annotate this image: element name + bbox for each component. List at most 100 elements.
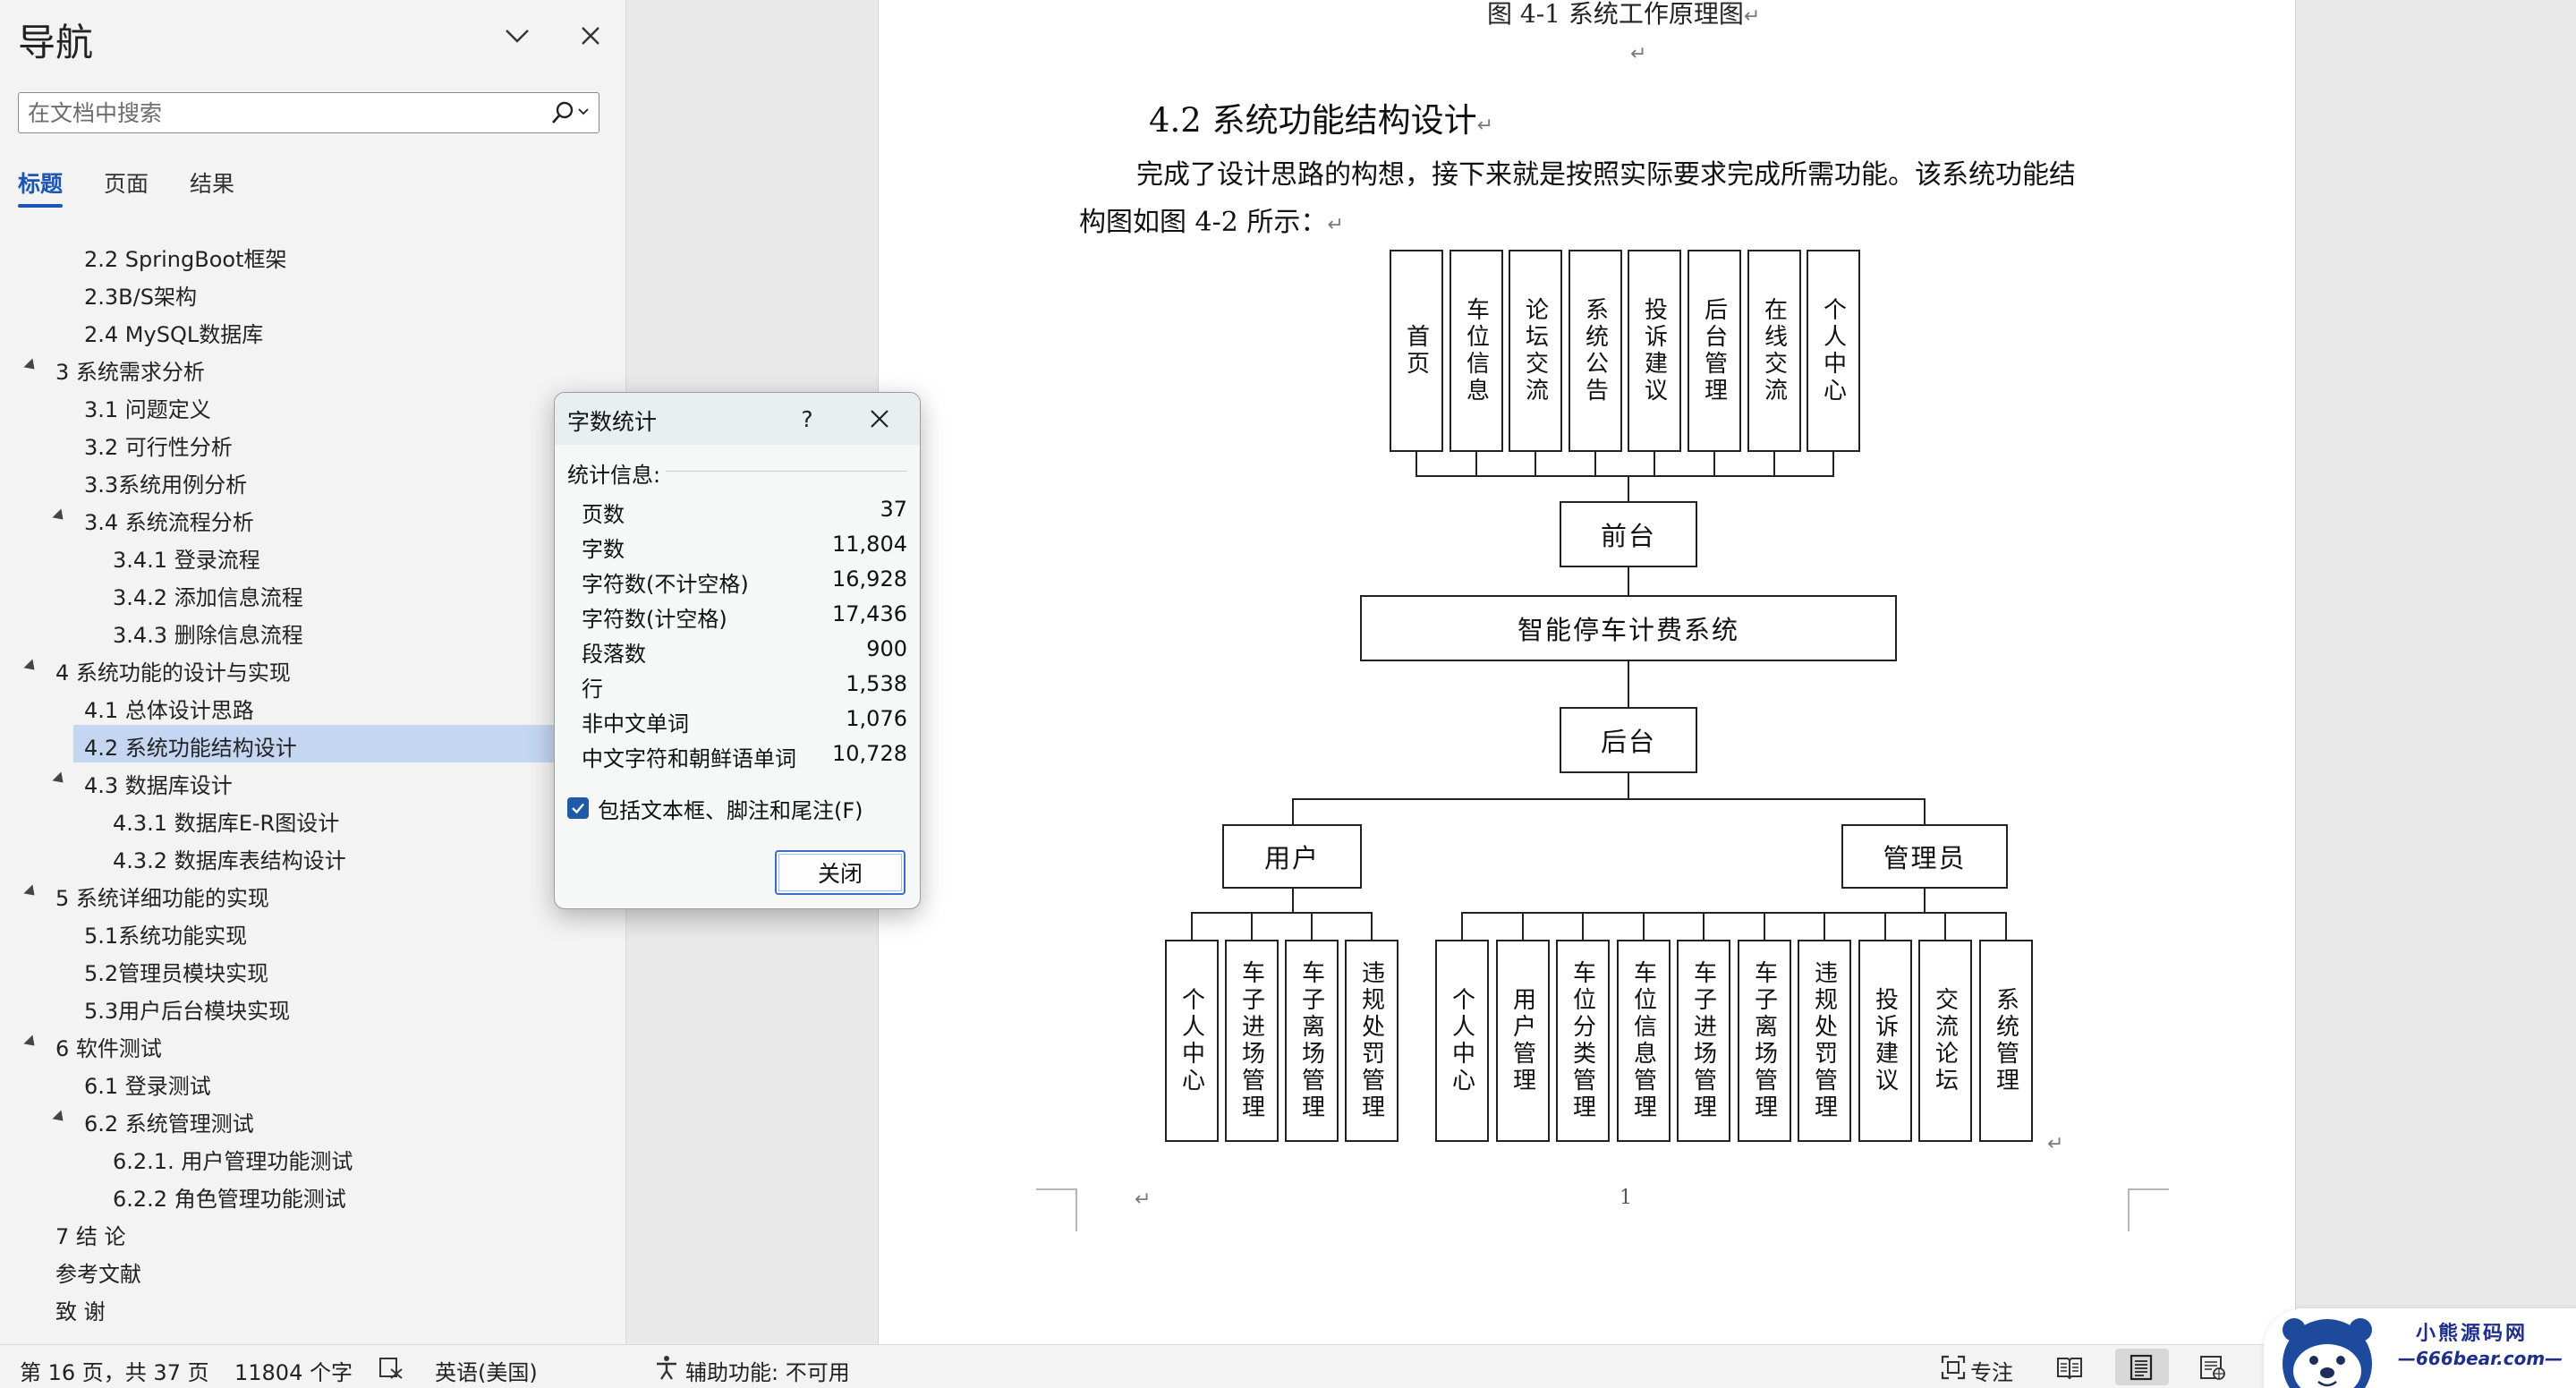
nav-heading-item[interactable]: 3 系统需求分析 <box>0 349 626 387</box>
connector-line <box>1191 912 1373 914</box>
nav-heading-label: 3.4.2 添加信息流程 <box>113 585 303 610</box>
checkbox-checked-icon[interactable] <box>567 797 589 819</box>
nav-heading-item[interactable]: 参考文献 <box>0 1251 626 1289</box>
nav-heading-item[interactable]: 4 系统功能的设计与实现 <box>0 650 626 687</box>
admin-function-box: 车位分类管理 <box>1556 940 1610 1142</box>
nav-heading-label: 3.2 可行性分析 <box>84 435 233 460</box>
print-layout-icon[interactable] <box>2126 1352 2156 1383</box>
section-heading[interactable]: 4.2 系统功能结构设计↵ <box>1149 93 1493 141</box>
nav-heading-item[interactable]: 6.2 系统管理测试 <box>0 1101 626 1138</box>
collapse-caret-icon[interactable] <box>23 1035 39 1051</box>
nav-tab-pages[interactable]: 页面 <box>104 166 149 199</box>
connector-line <box>1416 475 1834 477</box>
nav-heading-label: 2.3B/S架构 <box>84 285 197 310</box>
connector-line <box>1461 912 2007 914</box>
nav-heading-item[interactable]: 3.4.1 登录流程 <box>0 537 626 575</box>
connector-line <box>1713 452 1715 476</box>
nav-heading-label: 6.2 系统管理测试 <box>84 1111 254 1137</box>
nav-heading-item[interactable]: 3.4.2 添加信息流程 <box>0 575 626 612</box>
front-item-box: 论坛交流 <box>1509 250 1562 452</box>
nav-heading-item[interactable]: 6.2.2 角色管理功能测试 <box>0 1176 626 1213</box>
include-checkbox-label: 包括文本框、脚注和尾注(F) <box>598 797 863 823</box>
user-node-box: 用户 <box>1222 824 1362 889</box>
web-layout-icon[interactable] <box>2198 1352 2228 1383</box>
dialog-close-icon[interactable] <box>857 400 902 438</box>
language-status[interactable]: 英语(美国) <box>435 1355 538 1386</box>
accessibility-status[interactable]: 辅助功能: 不可用 <box>685 1355 850 1386</box>
include-textboxes-checkbox[interactable]: 包括文本框、脚注和尾注(F) <box>567 794 863 823</box>
connector-line <box>1475 452 1477 476</box>
body-paragraph-line-1[interactable]: 完成了设计思路的构想，接下来就是按照实际要求完成所需功能。该系统功能结 <box>1136 152 2076 192</box>
nav-tab-headings[interactable]: 标题 <box>18 166 64 208</box>
body-paragraph-line-2[interactable]: 构图如图 4-2 所示：↵ <box>1079 200 1344 239</box>
collapse-caret-icon[interactable] <box>52 771 68 788</box>
nav-heading-item[interactable]: 5.1系统功能实现 <box>0 913 626 950</box>
connector-line <box>2005 913 2007 940</box>
nav-heading-item[interactable]: 7 结 论 <box>0 1213 626 1251</box>
nav-heading-item[interactable]: 4.3.1 数据库E-R图设计 <box>0 800 626 838</box>
focus-status[interactable]: 专注 <box>1970 1355 2013 1386</box>
nav-heading-item[interactable]: 3.4 系统流程分析 <box>0 499 626 537</box>
nav-heading-item[interactable]: 3.3系统用例分析 <box>0 462 626 499</box>
page-count-status[interactable]: 第 16 页，共 37 页 <box>20 1355 209 1386</box>
nav-heading-item[interactable]: 3.2 可行性分析 <box>0 424 626 462</box>
admin-function-box-label: 交流论坛 <box>1931 987 1959 1094</box>
word-count-status[interactable]: 11804 个字 <box>234 1355 353 1386</box>
connector-line <box>1944 913 1946 940</box>
stat-label: 字符数(不计空格) <box>582 572 749 597</box>
front-item-box: 投诉建议 <box>1628 250 1681 452</box>
nav-tab-results[interactable]: 结果 <box>190 166 234 199</box>
nav-heading-label: 3.3系统用例分析 <box>84 473 248 498</box>
collapse-caret-icon[interactable] <box>23 659 39 675</box>
proofing-icon[interactable] <box>376 1352 406 1383</box>
close-button[interactable]: 关闭 <box>775 850 905 895</box>
nav-close-icon[interactable] <box>571 16 610 55</box>
nav-heading-item[interactable]: 4.3.2 数据库表结构设计 <box>0 838 626 875</box>
footer-corner-mark-right <box>2128 1188 2169 1231</box>
stat-label: 非中文单词 <box>582 711 689 737</box>
help-button[interactable]: ? <box>787 400 827 438</box>
collapse-caret-icon[interactable] <box>52 508 68 524</box>
nav-heading-item[interactable]: 3.1 问题定义 <box>0 387 626 424</box>
nav-heading-item[interactable]: 5.2管理员模块实现 <box>0 950 626 988</box>
stat-label: 中文字符和朝鲜语单词 <box>582 746 796 771</box>
nav-heading-label: 4.1 总体设计思路 <box>84 698 254 723</box>
user-function-box-label: 个人中心 <box>1177 987 1205 1094</box>
user-function-box-label: 车子进场管理 <box>1237 960 1265 1121</box>
nav-heading-item[interactable]: 5 系统详细功能的实现 <box>0 875 626 913</box>
front-item-box: 车位信息 <box>1450 250 1503 452</box>
nav-heading-item[interactable]: 2.4 MySQL数据库 <box>0 311 626 349</box>
nav-heading-label: 4.3.2 数据库表结构设计 <box>113 848 346 873</box>
nav-heading-item[interactable]: 6 软件测试 <box>0 1026 626 1063</box>
admin-node-box-label: 管理员 <box>1883 843 1967 873</box>
read-mode-icon[interactable] <box>2054 1352 2085 1383</box>
collapse-caret-icon[interactable] <box>52 1110 68 1126</box>
nav-title: 导航 <box>18 21 94 64</box>
nav-heading-item[interactable]: 3.4.3 删除信息流程 <box>0 612 626 650</box>
admin-function-box: 个人中心 <box>1435 940 1489 1142</box>
collapse-caret-icon[interactable] <box>23 358 39 374</box>
figure-caption-previous: 图 4-1 系统工作原理图↵ <box>1487 0 1761 29</box>
nav-heading-item[interactable]: 4.3 数据库设计 <box>0 762 626 800</box>
stat-row: 段落数 900 <box>555 633 920 668</box>
nav-heading-item[interactable]: 5.3用户后台模块实现 <box>0 988 626 1026</box>
nav-heading-item[interactable]: 6.1 登录测试 <box>0 1063 626 1101</box>
nav-heading-item[interactable]: 致 谢 <box>0 1289 626 1326</box>
focus-icon[interactable] <box>1938 1352 1968 1383</box>
collapse-caret-icon[interactable] <box>23 884 39 900</box>
admin-function-box: 投诉建议 <box>1858 940 1912 1142</box>
bear-logo-icon <box>2269 1314 2385 1388</box>
nav-heading-item[interactable]: 4.1 总体设计思路 <box>0 687 626 725</box>
nav-heading-item[interactable]: 4.2 系统功能结构设计 <box>0 725 626 762</box>
nav-heading-label: 3.1 问题定义 <box>84 397 211 422</box>
nav-heading-label: 3.4 系统流程分析 <box>84 510 254 535</box>
nav-heading-item[interactable]: 2.2 SpringBoot框架 <box>0 236 626 274</box>
search-icon[interactable] <box>545 97 595 129</box>
user-node-box-label: 用户 <box>1263 843 1320 873</box>
nav-heading-item[interactable]: 2.3B/S架构 <box>0 274 626 311</box>
nav-heading-item[interactable]: 6.2.1. 用户管理功能测试 <box>0 1138 626 1176</box>
nav-options-chevron-icon[interactable] <box>497 16 537 55</box>
dialog-header[interactable]: 字数统计 ? <box>555 393 920 445</box>
accessibility-icon[interactable] <box>651 1352 682 1383</box>
nav-search-input[interactable] <box>28 98 529 127</box>
